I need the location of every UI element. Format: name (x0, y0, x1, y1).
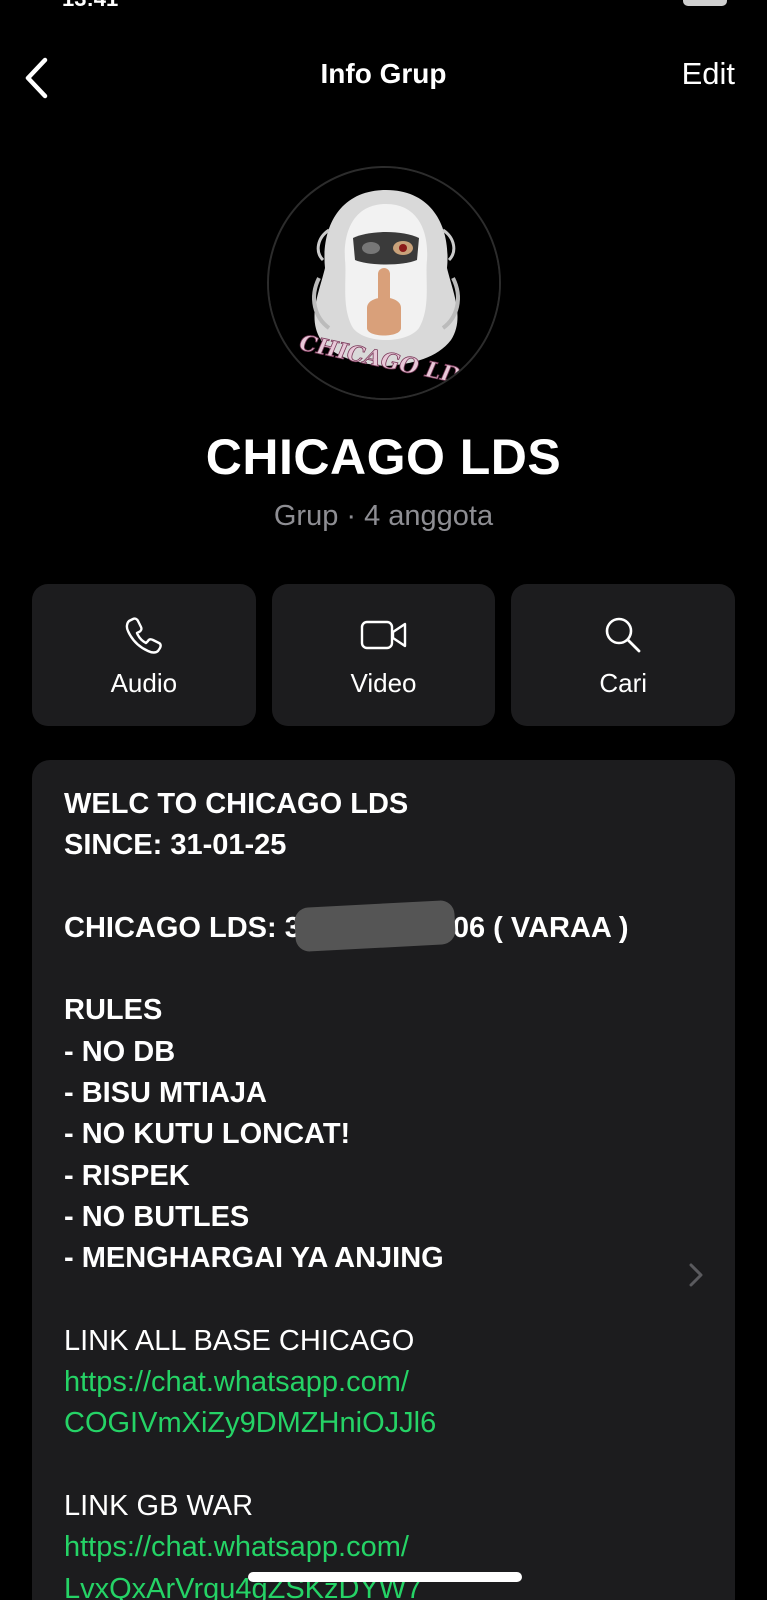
rule-item: - BISU MTIAJA (64, 1077, 267, 1110)
group-name: CHICAGO LDS (205, 429, 562, 485)
phone-icon (125, 616, 162, 654)
link-all-base-url[interactable]: https://chat.whatsapp.com/ (64, 1362, 664, 1403)
group-info-screen: 13:41 Info Grup Edit (0, 0, 767, 1600)
link-label: LINK GB WAR (64, 1490, 254, 1523)
battery-icon (683, 0, 727, 6)
rule-item: - NO DB (64, 1035, 176, 1068)
action-buttons: Audio Video Cari (32, 584, 736, 726)
search-button[interactable]: Cari (511, 584, 736, 726)
status-time: 13:41 (62, 0, 118, 12)
video-label: Video (350, 667, 417, 698)
group-avatar[interactable]: CHICAGO LDS (267, 166, 501, 400)
group-subtitle: Grup · 4 anggota (273, 500, 494, 532)
link-gb-war-url[interactable]: https://chat.whatsapp.com/ (64, 1527, 664, 1568)
group-description[interactable]: WELC TO CHICAGO LDS SINCE: 31-01-25 CHIC… (32, 760, 735, 1600)
rule-item: - MENGHARGAI YA ANJING (64, 1242, 444, 1275)
link-label: LINK ALL BASE CHICAGO (64, 1324, 415, 1357)
edit-button[interactable]: Edit (682, 56, 735, 92)
rules-title: RULES (64, 994, 163, 1027)
description-text: WELC TO CHICAGO LDS SINCE: 31-01-25 CHIC… (64, 784, 664, 1600)
page-title: Info Grup (320, 58, 447, 89)
video-camera-icon (360, 620, 406, 649)
rule-item: - NO KUTU LONCAT! (64, 1118, 351, 1151)
description-line: SINCE: 31-01-25 (64, 829, 287, 862)
rule-item: - RISPEK (64, 1159, 190, 1192)
nav-bar: Info Grup Edit (0, 40, 767, 116)
avatar-illustration: CHICAGO LDS (269, 168, 499, 398)
search-label: Cari (599, 667, 648, 698)
search-icon (605, 617, 641, 652)
audio-label: Audio (110, 667, 178, 698)
chevron-right-icon[interactable] (683, 1260, 707, 1290)
home-indicator[interactable] (248, 1572, 522, 1582)
video-call-button[interactable]: Video (271, 584, 496, 726)
redacted-number (293, 900, 456, 953)
contact-line: CHICAGO LDS: 3 06 ( VARAA ) (64, 900, 664, 953)
status-bar: 13:41 (0, 0, 767, 11)
link-all-base-url[interactable]: COGIVmXiZy9DMZHniOJJl6 (64, 1403, 664, 1444)
rule-item: - NO BUTLES (64, 1200, 250, 1233)
description-line: WELC TO CHICAGO LDS (64, 788, 409, 820)
audio-call-button[interactable]: Audio (32, 584, 256, 726)
